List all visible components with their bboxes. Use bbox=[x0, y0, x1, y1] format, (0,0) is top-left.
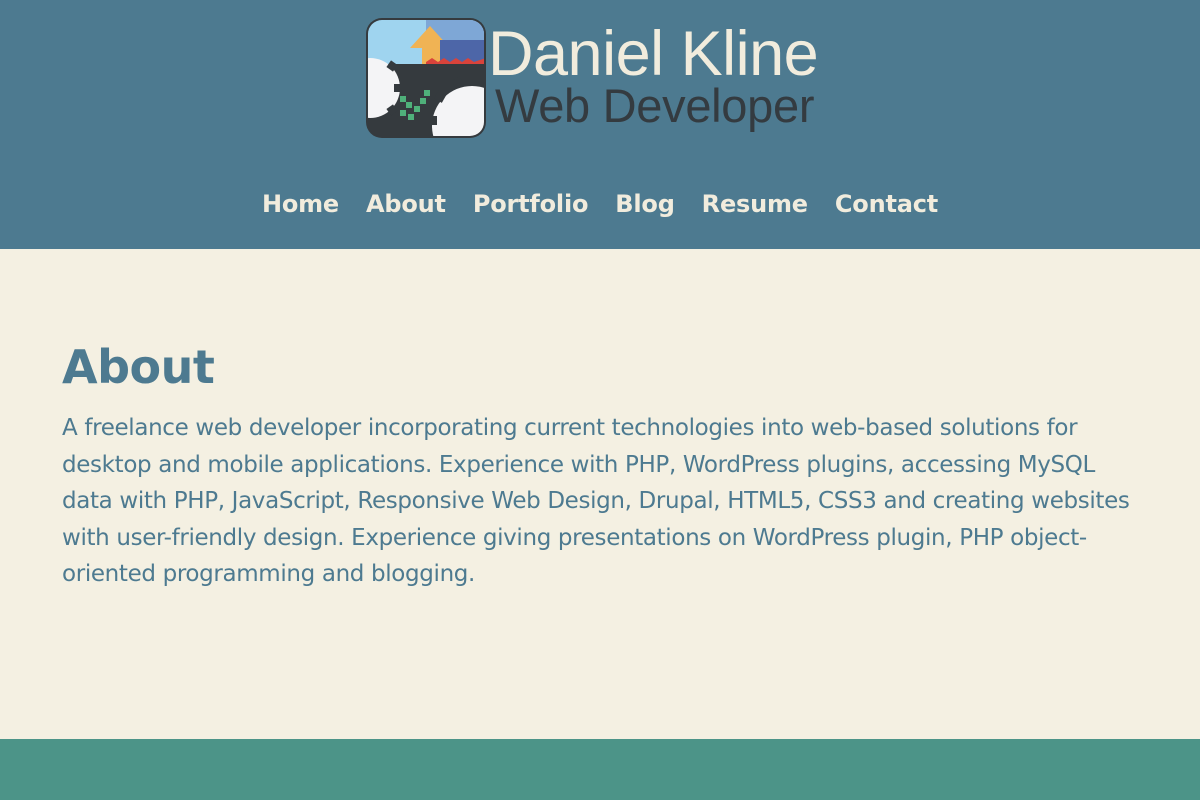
site-footer bbox=[0, 739, 1200, 800]
logo-title-text: Web Developer bbox=[495, 79, 815, 132]
site-header: Daniel Kline Web Developer Home About Po… bbox=[0, 0, 1200, 249]
site-logo-link[interactable]: Daniel Kline Web Developer bbox=[366, 18, 836, 140]
gears-arrow-logo-icon bbox=[366, 18, 486, 138]
nav-item-blog[interactable]: Blog bbox=[615, 182, 675, 226]
nav-item-home[interactable]: Home bbox=[262, 182, 339, 226]
nav-item-portfolio[interactable]: Portfolio bbox=[473, 182, 589, 226]
about-paragraph: A freelance web developer incorporating … bbox=[62, 415, 1130, 587]
page-title: About bbox=[62, 340, 215, 394]
nav-item-resume[interactable]: Resume bbox=[702, 182, 808, 226]
main-content: About A freelance web developer incorpor… bbox=[0, 249, 1200, 739]
nav-item-about[interactable]: About bbox=[366, 182, 446, 226]
main-nav: Home About Portfolio Blog Resume Contact bbox=[0, 182, 1200, 226]
nav-item-contact[interactable]: Contact bbox=[835, 182, 938, 226]
